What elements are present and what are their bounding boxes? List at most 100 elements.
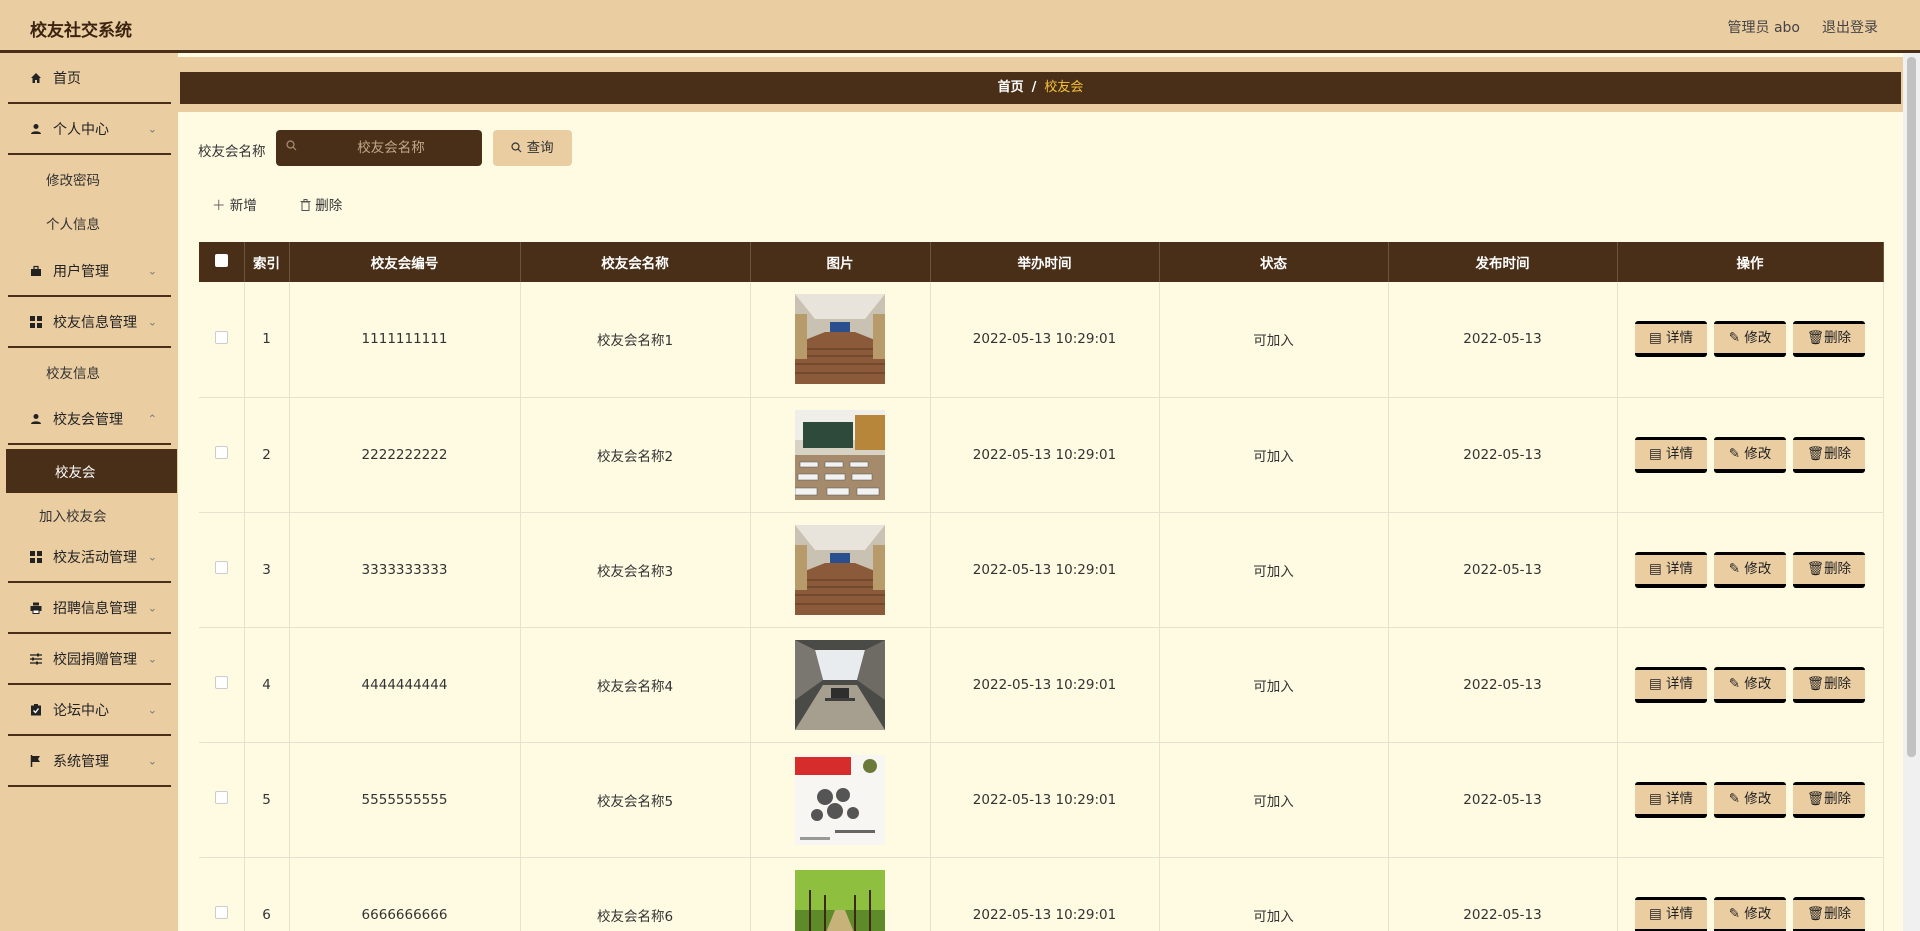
- row-checkbox[interactable]: [214, 446, 228, 459]
- row-checkbox[interactable]: [214, 561, 228, 574]
- edit-icon: ✎: [1728, 675, 1740, 692]
- delete-button[interactable]: 🗑删除: [1793, 781, 1865, 818]
- sidebar-item-campus-donation-mgmt[interactable]: 校园捐赠管理 ⌄: [8, 634, 171, 685]
- delete-button[interactable]: 🗑删除: [1793, 896, 1865, 931]
- search-box: [276, 130, 482, 166]
- search-icon: [511, 140, 526, 156]
- grid-icon: [30, 550, 42, 563]
- edit-button[interactable]: ✎ 修改: [1714, 551, 1786, 588]
- detail-button[interactable]: ▤ 详情: [1635, 896, 1707, 931]
- row-checkbox[interactable]: [214, 676, 228, 689]
- tree-path-image[interactable]: [795, 869, 885, 931]
- app-title: 校友社交系统: [30, 21, 132, 41]
- edit-icon: ✎: [1728, 905, 1740, 922]
- row-checkbox[interactable]: [214, 906, 228, 919]
- edit-button[interactable]: ✎ 修改: [1714, 781, 1786, 818]
- document-icon: ▤: [1648, 675, 1662, 692]
- table-row: 5 5555555555 校友会名称5 2022-05-13 10:29:01 …: [199, 742, 1884, 858]
- sidebar-item-user-mgmt[interactable]: 用户管理 ⌄: [8, 246, 171, 297]
- row-checkbox[interactable]: [214, 791, 228, 804]
- row-status: 可加入: [1159, 512, 1389, 628]
- trash-icon: 🗑: [1806, 905, 1825, 922]
- sidebar-item-label: 校友会管理: [53, 411, 123, 428]
- row-time: 2022-05-13 10:29:01: [930, 512, 1160, 628]
- sidebar-item-personal-info[interactable]: 个人信息: [8, 201, 171, 245]
- auditorium-image[interactable]: [795, 294, 885, 385]
- edit-button[interactable]: ✎ 修改: [1714, 436, 1786, 473]
- detail-label: 详情: [1666, 905, 1694, 922]
- detail-button[interactable]: ▤ 详情: [1635, 551, 1707, 588]
- vertical-scrollbar[interactable]: [1903, 53, 1920, 931]
- logout-link[interactable]: 退出登录: [1822, 17, 1878, 37]
- sidebar: 首页 个人中心 ⌄ 修改密码 个人信息 用户管理 ⌄ 校友信息管理 ⌄ 校友信息…: [0, 53, 178, 931]
- search-input[interactable]: [306, 130, 476, 166]
- printer-icon: [30, 602, 42, 614]
- breadcrumb-home[interactable]: 首页: [998, 80, 1024, 95]
- sidebar-item-home[interactable]: 首页: [8, 53, 171, 104]
- meeting-room-image[interactable]: [795, 639, 885, 730]
- admin-label: 管理员 abo: [1727, 20, 1800, 36]
- detail-button[interactable]: ▤ 详情: [1635, 666, 1707, 703]
- auditorium-image[interactable]: [795, 524, 885, 615]
- scrollbar-thumb[interactable]: [1907, 57, 1916, 757]
- flag-icon: [30, 754, 42, 767]
- sidebar-item-forum-center[interactable]: 论坛中心 ⌄: [8, 685, 171, 736]
- row-index: 5: [244, 742, 290, 858]
- detail-button[interactable]: ▤ 详情: [1635, 436, 1707, 473]
- sidebar-item-join-alumni-assoc[interactable]: 加入校友会: [8, 493, 171, 537]
- edit-label: 修改: [1744, 330, 1772, 347]
- delete-button[interactable]: 🗑删除: [1793, 321, 1865, 358]
- chevron-down-icon: ⌄: [147, 601, 157, 614]
- chevron-down-icon: ⌄: [147, 703, 157, 716]
- sidebar-item-label: 系统管理: [53, 753, 109, 770]
- row-status: 可加入: [1159, 282, 1389, 398]
- row-name: 校友会名称2: [520, 397, 751, 513]
- chevron-down-icon: ⌄: [147, 550, 157, 563]
- sidebar-item-personal-center[interactable]: 个人中心 ⌄: [8, 104, 171, 155]
- select-all-cell[interactable]: [199, 242, 245, 282]
- row-name: 校友会名称3: [520, 512, 751, 628]
- sidebar-item-alumni-assoc[interactable]: 校友会: [6, 449, 177, 493]
- row-status: 可加入: [1159, 397, 1389, 513]
- classroom-image[interactable]: [795, 409, 885, 500]
- query-button[interactable]: 查询: [493, 130, 572, 166]
- row-status: 可加入: [1159, 742, 1389, 858]
- row-time: 2022-05-13 10:29:01: [930, 397, 1160, 513]
- delete-button[interactable]: 🗑删除: [1793, 551, 1865, 588]
- delete-label: 删除: [1824, 905, 1852, 922]
- chevron-up-icon: ⌃: [147, 412, 157, 425]
- edit-button[interactable]: ✎ 修改: [1714, 321, 1786, 358]
- edit-label: 修改: [1744, 560, 1772, 577]
- breadcrumb-separator: /: [1031, 80, 1037, 95]
- add-button[interactable]: ＋ 新增: [212, 194, 257, 214]
- sidebar-item-alumni-info[interactable]: 校友信息: [8, 350, 171, 394]
- sidebar-item-system-mgmt[interactable]: 系统管理 ⌄: [8, 736, 171, 787]
- main-content: 首页 / 校友会 校友会名称 查询 ＋ 新增 删除 索引: [178, 53, 1903, 931]
- table-header-row: 索引 校友会编号 校友会名称 图片 举办时间 状态 发布时间 操作: [199, 242, 1884, 282]
- delete-button[interactable]: 🗑删除: [1793, 666, 1865, 703]
- edit-label: 修改: [1744, 790, 1772, 807]
- detail-button[interactable]: ▤ 详情: [1635, 321, 1707, 358]
- edit-button[interactable]: ✎ 修改: [1714, 666, 1786, 703]
- search-icon: [286, 140, 297, 154]
- sidebar-item-recruitment-mgmt[interactable]: 招聘信息管理 ⌄: [8, 583, 171, 634]
- sidebar-item-alumni-assoc-mgmt[interactable]: 校友会管理 ⌃: [8, 394, 171, 445]
- select-all-checkbox[interactable]: [214, 253, 228, 267]
- delete-button[interactable]: 🗑删除: [1793, 436, 1865, 473]
- document-icon: ▤: [1648, 560, 1662, 577]
- batch-delete-button[interactable]: 删除: [300, 194, 342, 214]
- detail-button[interactable]: ▤ 详情: [1635, 781, 1707, 818]
- sidebar-item-alumni-activity-mgmt[interactable]: 校友活动管理 ⌄: [8, 532, 171, 583]
- sidebar-item-change-password[interactable]: 修改密码: [8, 157, 171, 201]
- magazine-cover-image[interactable]: [795, 754, 885, 845]
- row-checkbox[interactable]: [214, 330, 228, 344]
- row-time: 2022-05-13 10:29:01: [930, 742, 1160, 858]
- sidebar-item-label: 加入校友会: [39, 509, 107, 525]
- edit-label: 修改: [1744, 445, 1772, 462]
- clipboard-check-icon: [30, 703, 42, 716]
- row-status: 可加入: [1159, 627, 1389, 743]
- sidebar-item-alumni-info-mgmt[interactable]: 校友信息管理 ⌄: [8, 297, 171, 348]
- edit-icon: ✎: [1728, 560, 1740, 577]
- edit-button[interactable]: ✎ 修改: [1714, 896, 1786, 931]
- sidebar-item-label: 论坛中心: [53, 702, 109, 719]
